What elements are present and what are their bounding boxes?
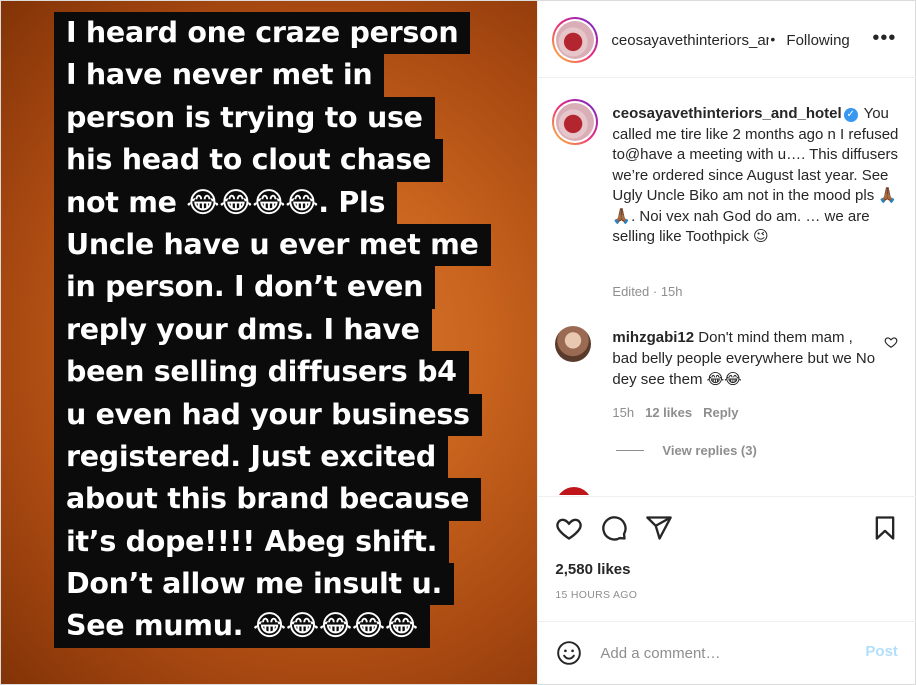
post-time: 15 HOURS AGO (555, 589, 638, 601)
commenter-avatar[interactable] (556, 487, 593, 495)
story-text-line: I have never met in (54, 54, 385, 97)
story-text-line: been selling diffusers b4 (54, 351, 469, 394)
comment-body: mihzgabi12 Don't mind them mam , bad bel… (612, 327, 880, 390)
story-text-line: u even had your business (54, 393, 482, 436)
comment-time: 15h (612, 405, 635, 420)
caption-author-avatar[interactable] (552, 99, 599, 145)
post-image[interactable]: I heard one craze person I have never me… (1, 1, 538, 684)
verified-badge-icon: ✓ (843, 108, 858, 122)
story-text-line: not me 😂😂😂😂. Pls (54, 181, 398, 224)
story-text-line: person is trying to use (54, 96, 435, 140)
share-icon[interactable] (645, 514, 673, 542)
like-comment-icon[interactable] (884, 335, 898, 349)
story-text-line: his head to clout chase (54, 139, 444, 182)
post-actions: 2,580 likes 15 HOURS AGO (538, 496, 916, 621)
post-comment-button[interactable]: Post (865, 643, 898, 660)
caption-body: ceosayavethinteriors_and_hotel ✓ You call… (612, 104, 907, 248)
reply-button[interactable]: Reply (703, 405, 738, 420)
story-text-line: Don’t allow me insult u. (54, 563, 454, 606)
view-replies-label: View replies (3) (662, 443, 757, 458)
story-text-line: it’s dope!!!! Abeg shift. (54, 520, 450, 564)
post-dialog: I heard one craze person I have never me… (0, 0, 916, 685)
save-icon[interactable] (871, 514, 899, 542)
emoji-icon[interactable] (556, 640, 582, 666)
comment-likes[interactable]: 12 likes (645, 405, 692, 420)
story-text-line: in person. I don’t even (54, 266, 436, 309)
likes-count[interactable]: 2,580 likes (555, 561, 630, 578)
comment-meta: 15h 12 likes Reply (612, 405, 738, 420)
caption-text: You called me tire like 2 months ago n I… (612, 105, 899, 245)
more-options-icon[interactable]: ••• (872, 27, 896, 50)
view-replies-button[interactable]: View replies (3) (616, 443, 757, 458)
story-text-line: I heard one craze person (54, 12, 471, 55)
post-header: ceosayavethinteriors_and_hotel • Followi… (538, 1, 916, 78)
story-text-line: about this brand because (54, 478, 482, 521)
caption-username[interactable]: ceosayavethinteriors_and_hotel (612, 105, 841, 122)
commenter-avatar[interactable] (555, 326, 592, 362)
comment-username[interactable]: mihzgabi12 (612, 329, 694, 346)
story-text-line: reply your dms. I have (54, 308, 432, 352)
author-avatar[interactable] (552, 17, 599, 63)
view-replies-line (616, 450, 645, 451)
comment-body-partial: ... ... ... ... ... ... (612, 489, 708, 495)
story-text-line: See mumu. 😂😂😂😂😂 (54, 605, 430, 648)
add-comment-bar: Post (538, 621, 916, 684)
story-text-line: Uncle have u ever met me (54, 223, 491, 267)
heart-icon[interactable] (555, 514, 583, 542)
comment-input[interactable] (600, 640, 851, 666)
post-sidebar: ceosayavethinteriors_and_hotel • Followi… (537, 1, 916, 684)
story-text-block: I heard one craze person I have never me… (54, 12, 491, 648)
caption-meta: Edited · 15h (612, 284, 683, 299)
separator-dot: • (770, 31, 776, 47)
author-username[interactable]: ceosayavethinteriors_and_hotel (611, 32, 769, 49)
comment-icon[interactable] (600, 514, 628, 542)
story-text-line: registered. Just excited (54, 435, 448, 479)
following-button[interactable]: Following (786, 32, 849, 49)
comments-list[interactable]: ceosayavethinteriors_and_hotel ✓ You call… (538, 79, 916, 495)
